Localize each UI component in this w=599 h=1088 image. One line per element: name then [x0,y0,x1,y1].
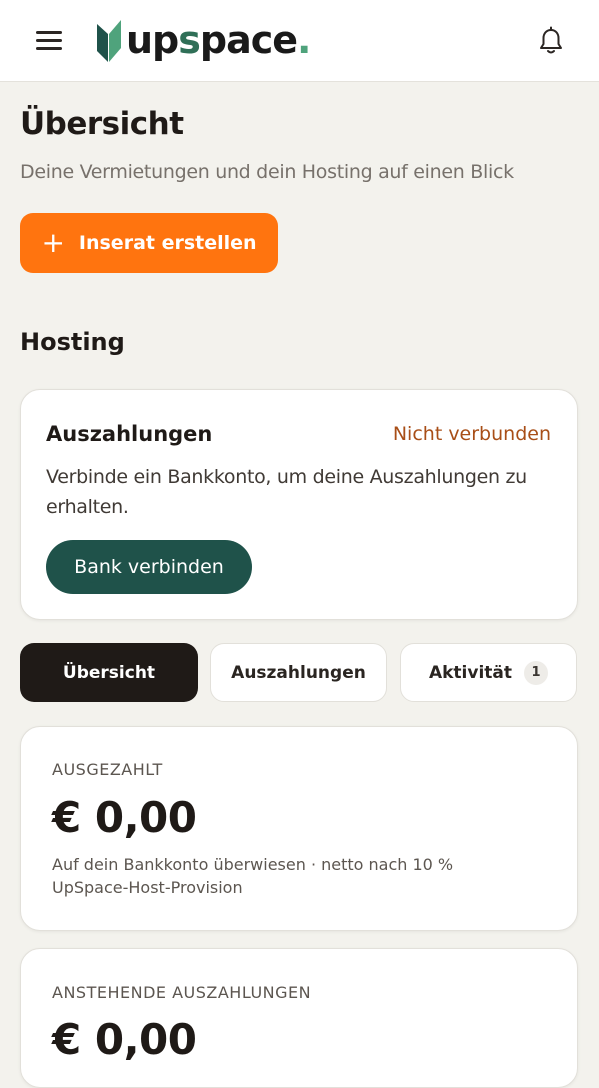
paid-out-value: € 0,00 [52,793,197,842]
paid-out-note: Auf dein Bankkonto überwiesen · netto na… [52,855,454,897]
paid-out-label: AUSGEZAHLT [52,760,163,779]
tab-overview[interactable]: Übersicht [20,643,198,702]
page-title: Übersicht [20,106,184,142]
payout-card-title: Auszahlungen [46,422,213,446]
paid-out-stat-card: AUSGEZAHLT € 0,00 Auf dein Bankkonto übe… [20,726,578,931]
tab-payouts[interactable]: Auszahlungen [210,643,387,702]
payout-status-badge: Nicht verbunden [392,423,551,445]
plus-icon: + [41,226,65,259]
page-subtitle: Deine Vermietungen und dein Hosting auf … [20,161,514,183]
pending-payouts-label: ANSTEHENDE AUSZAHLUNGEN [52,983,312,1002]
payout-connect-card: Auszahlungen Nicht verbunden Verbinde ei… [20,389,578,620]
connect-bank-button[interactable]: Bank verbinden [46,540,252,594]
hosting-heading: Hosting [20,328,125,356]
payout-card-description: Verbinde ein Bankkonto, um deine Auszahl… [46,466,527,518]
create-listing-label: Inserat erstellen [78,232,257,254]
tab-activity-label: Aktivität [428,662,513,683]
upspace-logo[interactable]: upspace. [96,14,312,66]
top-bar: upspace. [0,0,599,82]
activity-count-badge: 1 [524,660,549,685]
tab-overview-label: Übersicht [62,662,156,683]
hamburger-menu-icon[interactable] [34,28,66,52]
bell-icon[interactable] [537,26,565,56]
logo-mark-icon [97,20,121,62]
logo-text: upspace. [126,18,312,62]
pending-payouts-stat-card: ANSTEHENDE AUSZAHLUNGEN € 0,00 [20,948,578,1088]
pending-payouts-value: € 0,00 [52,1015,197,1064]
tab-payouts-label: Auszahlungen [231,662,366,683]
create-listing-button[interactable]: + Inserat erstellen [20,213,278,273]
tab-activity[interactable]: Aktivität 1 [400,643,577,702]
